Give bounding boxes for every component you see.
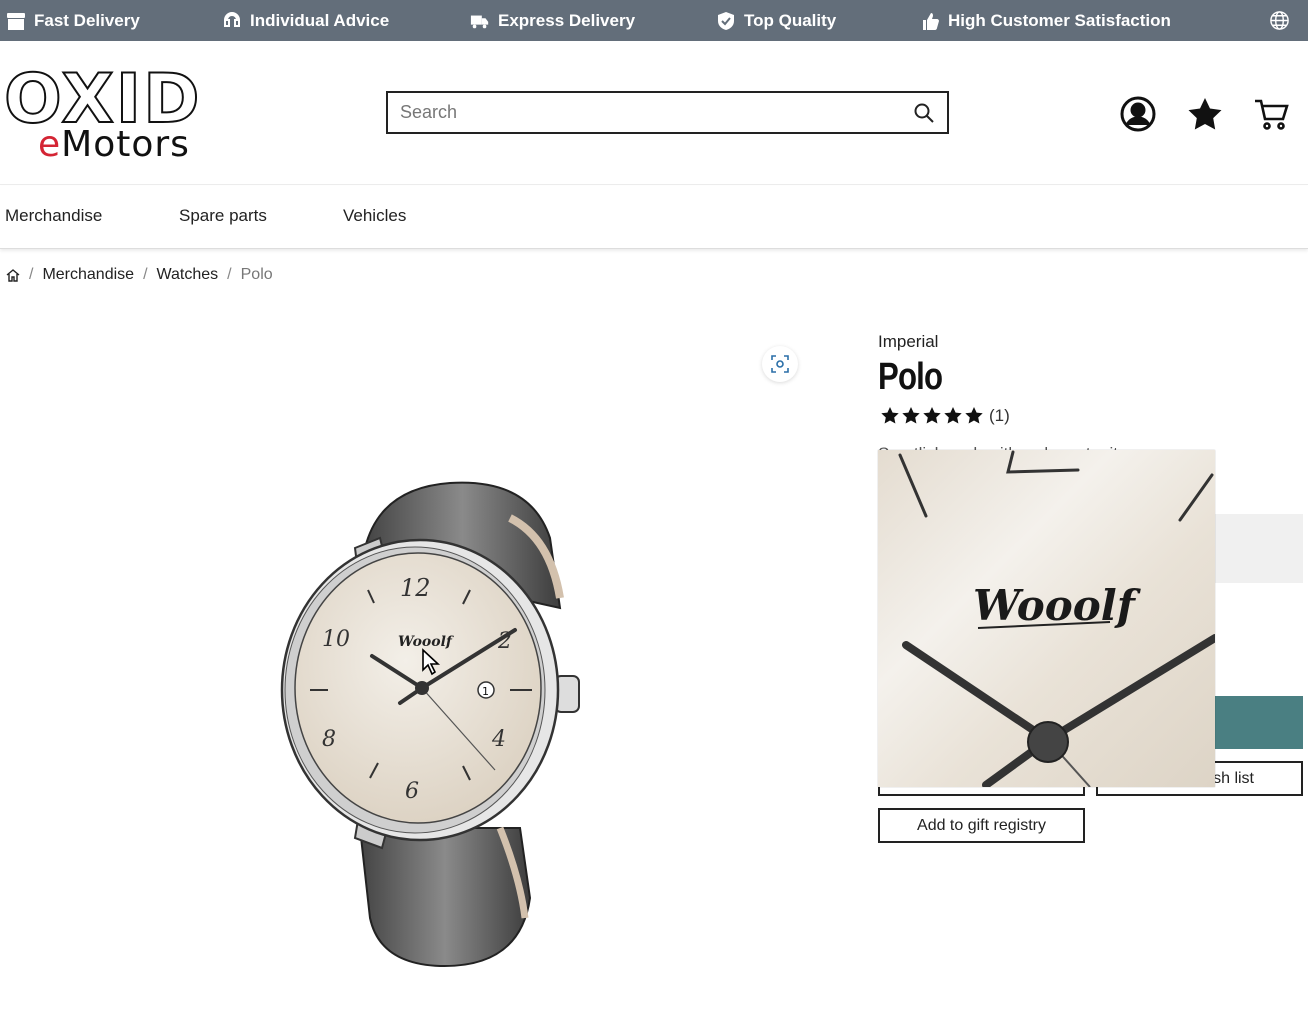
breadcrumb-merchandise[interactable]: Merchandise: [42, 266, 134, 284]
breadcrumb: / Merchandise / Watches / Polo: [6, 266, 273, 284]
usp-fast-delivery: Fast Delivery: [6, 0, 140, 41]
site-header: OXID eMotors: [0, 41, 1308, 185]
search-box: [386, 91, 949, 134]
image-zoom-preview: Wooolf: [878, 450, 1215, 787]
svg-text:4: 4: [491, 727, 506, 752]
account-icon[interactable]: [1119, 95, 1157, 133]
box-icon: [7, 12, 25, 30]
home-icon[interactable]: [6, 268, 20, 282]
product-manufacturer[interactable]: Imperial: [878, 332, 938, 352]
logo[interactable]: OXID eMotors: [3, 64, 234, 165]
usp-customer-satisfaction: High Customer Satisfaction: [920, 0, 1171, 41]
thumbs-up-icon: [923, 12, 939, 30]
logo-emotors: eMotors: [38, 124, 190, 165]
svg-text:8: 8: [322, 727, 336, 752]
svg-text:10: 10: [322, 627, 350, 652]
svg-text:12: 12: [400, 574, 431, 602]
cart-icon[interactable]: [1253, 95, 1291, 133]
usp-express-delivery: Express Delivery: [470, 0, 635, 41]
zoom-focus-icon: [771, 355, 789, 373]
star-icon: [944, 407, 962, 424]
search-input[interactable]: [388, 102, 888, 123]
wishlist-star-icon[interactable]: [1186, 95, 1224, 133]
globe-icon[interactable]: [1269, 10, 1290, 31]
product-title: Polo: [878, 356, 943, 398]
breadcrumb-watches[interactable]: Watches: [157, 266, 219, 284]
main-nav: Merchandise Spare parts Vehicles: [0, 186, 1308, 249]
mouse-cursor-icon: [422, 648, 441, 676]
headset-icon: [224, 11, 240, 27]
breadcrumb-current: Polo: [240, 266, 273, 283]
star-icon: [881, 407, 899, 424]
add-to-gift-registry-button[interactable]: Add to gift registry: [878, 808, 1085, 843]
nav-item-spare-parts[interactable]: Spare parts: [179, 206, 267, 226]
nav-item-merchandise[interactable]: Merchandise: [5, 206, 102, 226]
usp-top-quality: Top Quality: [716, 0, 836, 41]
svg-text:Wooolf: Wooolf: [973, 581, 1142, 630]
zoom-button[interactable]: [762, 346, 798, 382]
svg-text:6: 6: [405, 779, 419, 804]
nav-item-vehicles[interactable]: Vehicles: [343, 206, 406, 226]
product-rating[interactable]: (1): [880, 406, 1010, 426]
add-to-cart-button[interactable]: [1215, 696, 1303, 749]
rating-count: (1): [989, 406, 1010, 425]
star-icon: [902, 407, 920, 424]
truck-icon: [470, 15, 489, 28]
star-icon: [965, 407, 983, 424]
product-image-watch[interactable]: 12 10 2 8 4 6 1 Wooolf: [270, 478, 590, 970]
price-box: [1215, 514, 1303, 583]
star-icon: [923, 407, 941, 424]
search-icon[interactable]: [913, 102, 935, 124]
svg-text:1: 1: [482, 685, 489, 698]
usp-bar: Fast Delivery Individual Advice Express …: [0, 0, 1308, 41]
usp-individual-advice: Individual Advice: [222, 0, 389, 41]
shield-check-icon: [718, 11, 734, 30]
